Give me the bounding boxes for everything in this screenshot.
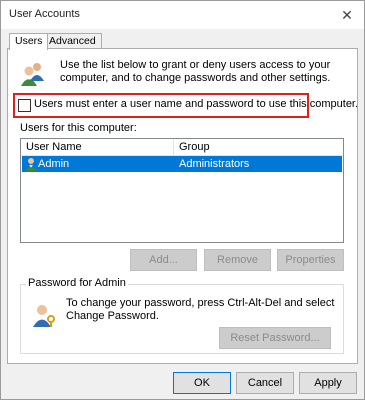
column-header-user-name[interactable]: User Name: [26, 141, 82, 153]
password-group-legend: Password for Admin: [26, 277, 128, 289]
users-tab-panel: Use the list below to grant or deny user…: [7, 48, 358, 364]
intro-text: Use the list below to grant or deny user…: [60, 59, 331, 84]
add-user-button[interactable]: Add...: [130, 249, 197, 271]
users-section-label: Users for this computer:: [20, 122, 137, 134]
remove-user-button[interactable]: Remove: [204, 249, 271, 271]
column-header-group[interactable]: Group: [179, 141, 210, 153]
require-login-row: Users must enter a user name and passwor…: [13, 93, 358, 118]
properties-button[interactable]: Properties: [277, 249, 344, 271]
apply-button[interactable]: Apply: [299, 372, 357, 394]
user-icon: [24, 157, 38, 171]
cancel-button[interactable]: Cancel: [236, 372, 294, 394]
tab-users[interactable]: Users: [9, 33, 49, 50]
tab-users-label: Users: [15, 35, 43, 47]
column-divider[interactable]: [173, 139, 174, 155]
close-icon[interactable]: ✕: [338, 6, 356, 24]
tab-advanced-label: Advanced: [49, 35, 96, 47]
tab-advanced[interactable]: Advanced: [43, 33, 102, 49]
title-bar: User Accounts ✕: [1, 1, 364, 29]
user-key-icon: [31, 302, 57, 328]
require-login-label[interactable]: Users must enter a user name and passwor…: [34, 98, 358, 110]
window-title: User Accounts: [9, 8, 80, 20]
password-groupbox: Password for Admin To change your passwo…: [20, 277, 344, 354]
user-list-header: User Name Group: [21, 139, 343, 156]
users-icon: [20, 61, 46, 87]
ok-button[interactable]: OK: [173, 372, 231, 394]
row-user-name: Admin: [38, 158, 70, 170]
user-list[interactable]: User Name Group Admin Administrators: [20, 138, 344, 243]
row-group: Administrators: [179, 158, 250, 170]
require-login-checkbox[interactable]: [18, 99, 31, 112]
reset-password-button[interactable]: Reset Password...: [219, 327, 331, 349]
user-accounts-window: User Accounts ✕ Users Advanced Use the l…: [0, 0, 365, 400]
table-row[interactable]: Admin Administrators: [22, 156, 342, 172]
password-instructions: To change your password, press Ctrl-Alt-…: [66, 297, 335, 322]
